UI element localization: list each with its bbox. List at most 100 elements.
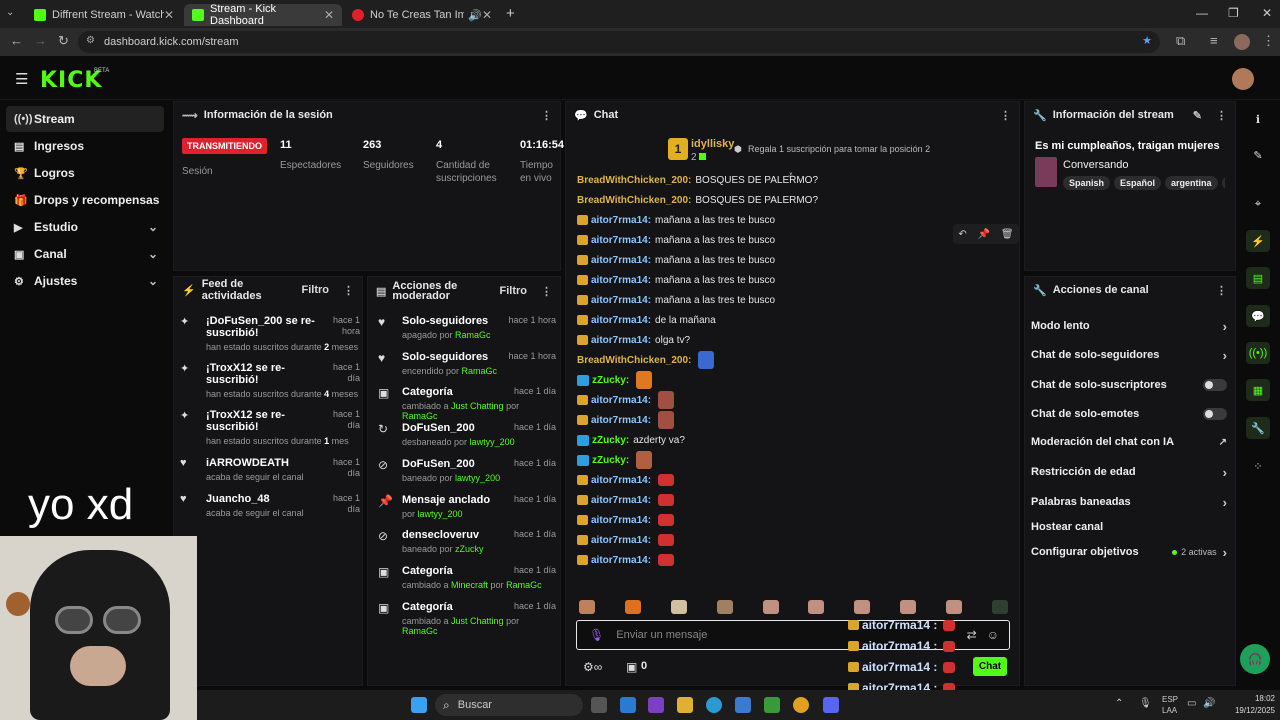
info-icon[interactable]: ℹ: [1246, 108, 1270, 130]
sidebar-item-drops[interactable]: 🎁 Drops y recompensas: [6, 187, 164, 213]
delete-icon[interactable]: 🗑: [1001, 229, 1014, 240]
tab-list-icon[interactable]: ⌄: [6, 7, 14, 18]
chat-username[interactable]: aitor7rma14:: [591, 215, 651, 226]
chrome-icon[interactable]: [793, 697, 809, 713]
emote-icon[interactable]: [716, 600, 733, 614]
hamburger-menu-icon[interactable]: ☰: [15, 70, 28, 88]
tab-youtube[interactable]: No Te Creas Tan Importante 🔊 ✕: [344, 4, 500, 26]
edit-icon[interactable]: ✎: [1193, 109, 1202, 122]
tray-chevron-icon[interactable]: ⌃: [1115, 698, 1123, 709]
store-icon[interactable]: [735, 697, 751, 713]
file-explorer-icon[interactable]: [677, 697, 693, 713]
chat-message[interactable]: aitor7rma14:: [577, 391, 675, 409]
more-options-icon[interactable]: ⋮: [1216, 109, 1227, 122]
sidebar-item-ajustes[interactable]: ⚙ Ajustes ⌄: [6, 268, 164, 294]
windows-start-icon[interactable]: [411, 697, 427, 713]
chat-bubble-icon[interactable]: 💬: [1246, 305, 1270, 327]
more-options-icon[interactable]: ⋮: [1216, 284, 1227, 297]
chat-message[interactable]: aitor7rma14: mañana a las tres te busco: [577, 292, 775, 308]
chat-username[interactable]: aitor7rma14:: [591, 415, 651, 426]
mod-action-item[interactable]: 📌 Mensaje anclado hace 1 día por lawtyy_200: [378, 494, 556, 519]
user-avatar[interactable]: [1232, 68, 1254, 90]
chat-username[interactable]: BreadWithChicken_200:: [577, 175, 691, 186]
filter-button[interactable]: Filtro: [302, 284, 330, 296]
chat-message[interactable]: aitor7rma14:: [577, 492, 675, 508]
toggle-switch[interactable]: [1203, 379, 1227, 391]
gift-sub-prompt[interactable]: Regala 1 suscripción para tomar la posic…: [748, 144, 930, 154]
emote-icon[interactable]: [991, 600, 1008, 614]
more-options-icon[interactable]: ⋮: [541, 109, 552, 122]
extensions-icon[interactable]: ⧉: [1176, 33, 1185, 49]
emote-icon[interactable]: [946, 600, 962, 614]
channel-action-item[interactable]: Restricción de edad ›: [1031, 464, 1227, 480]
mod-action-item[interactable]: ⊘ densecloveruv hace 1 día baneado por zZuc…: [378, 529, 556, 554]
more-options-icon[interactable]: ⋮: [541, 285, 552, 298]
maximize-icon[interactable]: ❐: [1228, 6, 1239, 20]
minimize-icon[interactable]: —: [1196, 6, 1208, 20]
profile-avatar[interactable]: [1234, 34, 1250, 50]
support-headset-icon[interactable]: 🎧: [1240, 644, 1270, 674]
chat-message[interactable]: aitor7rma14:: [577, 552, 675, 568]
forward-icon[interactable]: →: [34, 33, 47, 48]
emote-icon[interactable]: [624, 600, 641, 614]
emoji-icon[interactable]: ☺: [987, 628, 999, 642]
microphone-icon[interactable]: 🎙: [589, 628, 604, 642]
chat-username[interactable]: BreadWithChicken_200:: [577, 195, 691, 206]
gift-box-icon[interactable]: ▣: [626, 660, 637, 674]
channel-action-item[interactable]: Configurar objetivos 2 activas ›: [1031, 544, 1227, 560]
channel-action-item[interactable]: Palabras baneadas ›: [1031, 494, 1227, 510]
sidebar-item-ingresos[interactable]: ▤ Ingresos: [6, 133, 164, 159]
chat-message[interactable]: BreadWithChicken_200: BOSQUES DE PALERMO?: [577, 192, 818, 208]
sidebar-item-logros[interactable]: 🏆 Logros: [6, 160, 164, 186]
media-icon[interactable]: ≡: [1210, 33, 1218, 48]
chat-message[interactable]: aitor7rma14: olga tv?: [577, 332, 690, 348]
chat-username[interactable]: aitor7rma14:: [591, 255, 651, 266]
mod-icon[interactable]: ▦: [1246, 379, 1270, 401]
chat-username[interactable]: aitor7rma14:: [591, 295, 651, 306]
xbox-icon[interactable]: [764, 697, 780, 713]
chat-username[interactable]: aitor7rma14:: [591, 535, 651, 546]
volume-icon[interactable]: 🔊: [1203, 698, 1215, 709]
chat-message[interactable]: aitor7rma14: de la mañana: [577, 312, 716, 328]
chat-username[interactable]: aitor7rma14:: [591, 275, 651, 286]
taskbar-search[interactable]: ⌕ Buscar: [435, 694, 583, 716]
tab-kick-dashboard[interactable]: Stream - Kick Dashboard ✕: [184, 3, 342, 27]
mod-action-item[interactable]: ↻ DoFuSen_200 hace 1 día desbaneado por law…: [378, 422, 556, 447]
notes-icon[interactable]: ▤: [1246, 267, 1270, 289]
sidebar-item-canal[interactable]: ▣ Canal ⌄: [6, 241, 164, 267]
emote-icon[interactable]: [808, 600, 825, 614]
chat-username[interactable]: aitor7rma14:: [591, 395, 651, 406]
bolt-icon[interactable]: ⚡: [1246, 230, 1270, 252]
chat-message[interactable]: aitor7rma14:: [577, 411, 675, 429]
chat-message[interactable]: aitor7rma14:: [577, 472, 675, 488]
close-tab-icon[interactable]: ✕: [324, 8, 334, 22]
close-window-icon[interactable]: ✕: [1262, 6, 1272, 20]
chat-message[interactable]: aitor7rma14: mañana a las tres te busco: [577, 212, 775, 228]
outlook-icon[interactable]: [620, 697, 636, 713]
focus-icon[interactable]: ⌖: [1246, 193, 1270, 215]
chat-username[interactable]: aitor7rma14:: [591, 335, 651, 346]
mod-action-item[interactable]: ♥ Solo-seguidores hace 1 hora apagado por R…: [378, 315, 556, 340]
pin-icon[interactable]: 📌: [978, 229, 990, 240]
close-tab-icon[interactable]: ✕: [164, 8, 174, 22]
mod-action-item[interactable]: ♥ Solo-seguidores hace 1 hora encendido por…: [378, 351, 556, 376]
chat-message[interactable]: zZucky: azderty va?: [577, 432, 685, 448]
chat-message[interactable]: aitor7rma14: mañana a las tres te busco: [577, 252, 775, 268]
mod-action-item[interactable]: ▣ Categoría hace 1 día cambiado a Just Chat…: [378, 601, 556, 636]
input-language[interactable]: ESP: [1162, 695, 1178, 704]
mod-action-item[interactable]: ▣ Categoría hace 1 día cambiado a Just Chat…: [378, 386, 556, 421]
browser-menu-icon[interactable]: ⋮: [1262, 33, 1275, 49]
emote-icon[interactable]: [670, 600, 687, 614]
chat-username[interactable]: aitor7rma14:: [591, 315, 651, 326]
chat-message[interactable]: aitor7rma14:: [577, 512, 675, 528]
chat-message[interactable]: aitor7rma14: mañana a las tres te busco: [577, 232, 775, 248]
microphone-icon[interactable]: 🎙: [1139, 698, 1152, 709]
chat-settings-icon[interactable]: ⚙∞: [583, 660, 602, 674]
tab-diffrent-stream[interactable]: Diffrent Stream - Watch Live on ✕: [26, 4, 182, 26]
chat-message[interactable]: aitor7rma14: mañana a las tres te busco: [577, 272, 775, 288]
chat-message[interactable]: BreadWithChicken_200:: [577, 351, 715, 369]
edge-icon[interactable]: [706, 697, 722, 713]
chat-username[interactable]: aitor7rma14:: [591, 555, 651, 566]
emote-icon[interactable]: [579, 600, 595, 614]
emote-icon[interactable]: [854, 600, 871, 614]
